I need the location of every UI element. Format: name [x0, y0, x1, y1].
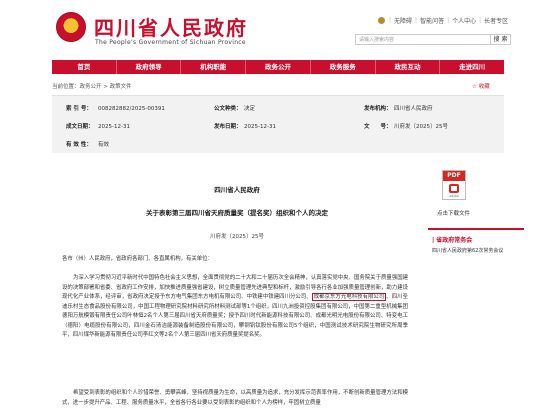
meta-docno-value: 川府发〔2025〕25号	[394, 124, 448, 130]
nav-item-functions[interactable]: 机构职能	[181, 60, 247, 74]
meta-validity-value: 有效	[98, 142, 110, 148]
search-input[interactable]: 请输入搜索内容	[355, 34, 491, 45]
national-emblem-logo	[56, 12, 86, 42]
star-icon: ☆	[472, 84, 479, 90]
site-header: 四川省人民政府 The People's Government of Sichu…	[0, 0, 554, 56]
meta-row: 成文日期： 2025-12-31 发布日期： 2025-12-31 文 号： 川…	[52, 120, 504, 134]
site-subtitle: The People's Government of Sichuan Provi…	[95, 39, 246, 46]
document-addressee: 各市（州）人民政府，省政府各部门、各直属机构，有关单位：	[62, 256, 213, 262]
sidebar-item-meeting[interactable]: 四川省人民政府第62次常务会议	[432, 247, 503, 254]
nav-item-sichuan[interactable]: 走进四川	[440, 60, 504, 74]
site-title[interactable]: 四川省人民政府	[94, 12, 248, 41]
meta-label: 发布日期：	[214, 124, 242, 130]
document-title: 关于表彰第三届四川省天府质量奖（提名奖）组织和个人的决定	[146, 209, 328, 217]
nav-item-interaction[interactable]: 政民互动	[376, 60, 441, 74]
meta-label: 索 引 号：	[66, 106, 92, 112]
meta-date-value: 2025-12-31	[98, 124, 130, 130]
document-body: 四川省人民政府 关于表彰第三届四川省天府质量奖（提名奖）组织和个人的决定 川府发…	[52, 155, 422, 416]
search-button[interactable]: 搜 索	[491, 34, 511, 45]
sidebar-title: | 省政府常务会	[432, 237, 473, 244]
document-paragraph: 希望受到表彰的组织和个人珍惜荣誉、勇攀高峰，坚持视质量为生命，以高质量为追求，充…	[62, 390, 408, 406]
meta-publish-value: 2025-12-31	[244, 124, 276, 130]
pdf-label: PDF	[443, 171, 465, 181]
top-links: | 无障碍 | 智能问答 | 个人中心 | 长者专区	[378, 16, 508, 25]
meta-row: 索 引 号： 008282882/2025-00391 公文种类： 决定 发布机…	[52, 102, 504, 116]
document-issuer: 四川省人民政府	[214, 186, 260, 194]
meta-label: 有 效 性：	[66, 142, 92, 148]
collect-button[interactable]: ☆ 收藏	[472, 82, 490, 90]
document-number: 川府发〔2025〕25号	[210, 234, 264, 240]
document-meta: 索 引 号： 008282882/2025-00391 公文种类： 决定 发布机…	[52, 95, 504, 153]
meta-row: 有 效 性： 有效	[52, 138, 504, 152]
meta-label: 文 号：	[364, 124, 392, 130]
nav-item-home[interactable]: 首页	[52, 60, 117, 74]
top-link-elderly[interactable]: 长者专区	[484, 16, 508, 25]
adobe-text: Adobe	[449, 194, 459, 198]
main-nav: 首页 政府领导 机构职能 政务公开 政务服务 政民互动 走进四川	[52, 60, 504, 74]
pdf-file-icon[interactable]: PDF Adobe	[442, 170, 466, 200]
adobe-logo-icon	[449, 184, 459, 193]
nav-item-open-affairs[interactable]: 政务公开	[246, 60, 311, 74]
sidebar-meeting-box: | 省政府常务会 四川省人民政府第62次常务会议	[428, 228, 524, 268]
meta-issuer-value: 四川省人民政府	[394, 106, 433, 112]
meta-label: 成文日期：	[66, 124, 94, 130]
meta-label: 发布机构：	[364, 106, 392, 112]
meta-category-value: 决定	[244, 106, 256, 112]
highlighted-company: 成都京东方光电科技有限公司	[311, 293, 387, 301]
top-link-smart-qa[interactable]: 智能问答	[420, 16, 444, 25]
meta-label: 公文种类：	[214, 106, 242, 112]
document-paragraph: 为深入学习贯彻习近平新时代中国特色社会主义思想，全面贯彻党的二十大和二十届历次全…	[62, 274, 408, 341]
download-file-link[interactable]: 点击下载文件	[437, 209, 470, 217]
breadcrumb: 当前位置：政务公开 > 政策文件	[52, 84, 132, 90]
top-link-personal-center[interactable]: 个人中心	[452, 16, 476, 25]
nav-item-services[interactable]: 政务服务	[311, 60, 376, 74]
location-icon	[378, 17, 385, 24]
top-link-accessibility[interactable]: 无障碍	[394, 16, 412, 25]
nav-item-leaders[interactable]: 政府领导	[117, 60, 182, 74]
collect-label: 收藏	[478, 84, 490, 90]
meta-index-value: 008282882/2025-00391	[98, 106, 165, 112]
